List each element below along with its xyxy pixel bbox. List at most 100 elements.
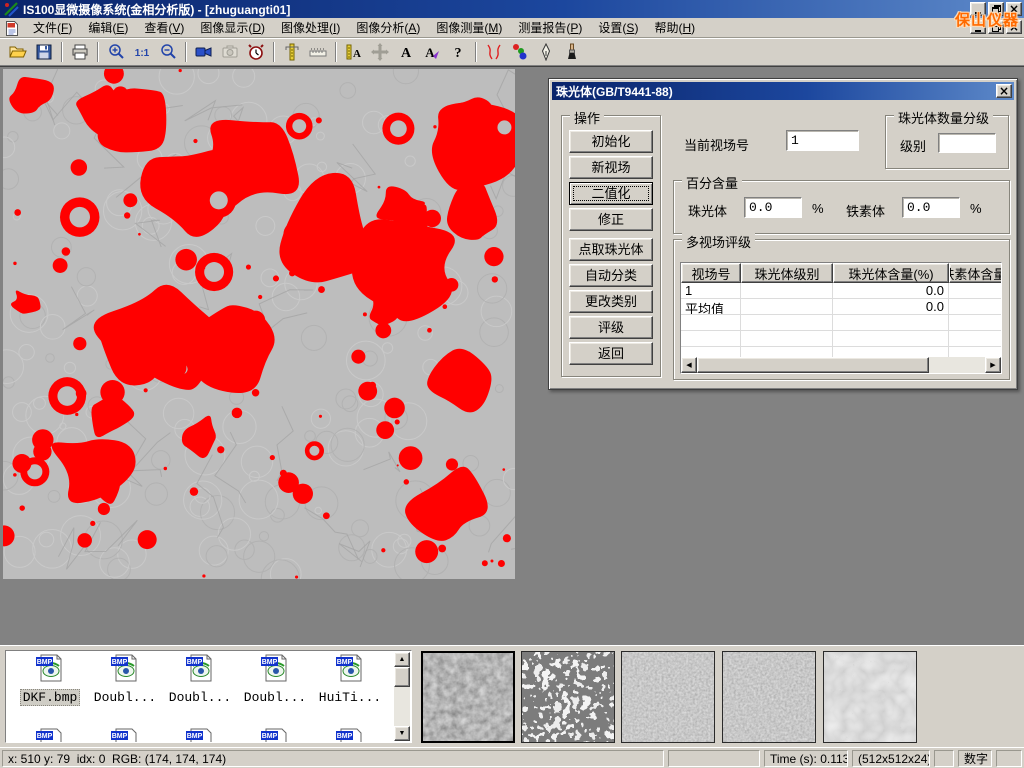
scroll-thumb[interactable] <box>697 357 929 373</box>
status-empty-3 <box>996 750 1022 767</box>
table-row[interactable] <box>681 315 1001 331</box>
menu-file[interactable]: 文件(F) <box>25 17 80 38</box>
change-class-button[interactable]: 更改类别 <box>569 290 653 313</box>
scroll-right-arrow[interactable]: ▶ <box>985 357 1001 373</box>
file-name[interactable]: Doubl... <box>92 690 158 705</box>
menu-image-analysis[interactable]: 图像分析(A) <box>348 17 428 38</box>
file-name[interactable]: Doubl... <box>242 690 308 705</box>
menu-image-measure[interactable]: 图像测量(M) <box>428 17 510 38</box>
ferrite-input[interactable]: 0.0 <box>902 197 960 218</box>
current-field-input[interactable]: 1 <box>786 130 859 151</box>
file-item[interactable]: BMP <box>89 727 161 743</box>
col-pearlite-content[interactable]: 珠光体含量(%) <box>833 263 949 283</box>
print-button[interactable] <box>67 40 93 64</box>
svg-text:1:1: 1:1 <box>135 48 150 59</box>
menu-image-display[interactable]: 图像显示(D) <box>192 17 273 38</box>
ruler-button[interactable] <box>305 40 331 64</box>
brush-tool-button[interactable] <box>559 40 585 64</box>
menu-image-process[interactable]: 图像处理(I) <box>273 17 348 38</box>
ruler-icon <box>309 43 327 61</box>
svg-text:A: A <box>353 48 361 60</box>
save-icon <box>35 43 53 61</box>
scroll-thumb[interactable] <box>394 667 410 687</box>
file-item[interactable]: BMP Doubl... <box>89 653 161 706</box>
file-name[interactable]: Doubl... <box>167 690 233 705</box>
vendor-watermark: 保山仪器 <box>955 9 1019 30</box>
file-item[interactable]: BMP Doubl... <box>239 653 311 706</box>
text-style-button[interactable]: A <box>419 40 445 64</box>
table-row[interactable] <box>681 331 1001 347</box>
scroll-up-arrow[interactable]: ▲ <box>394 652 410 667</box>
thumbnail-2[interactable] <box>521 651 615 743</box>
menu-help[interactable]: 帮助(H) <box>646 17 703 38</box>
initialize-button[interactable]: 初始化 <box>569 130 653 153</box>
file-item[interactable]: BMP Doubl... <box>164 653 236 706</box>
correct-button[interactable]: 修正 <box>569 208 653 231</box>
scroll-left-arrow[interactable]: ◀ <box>681 357 697 373</box>
rate-button[interactable]: 评级 <box>569 316 653 339</box>
binarize-button[interactable]: 二值化 <box>569 182 653 205</box>
zoom-in-button[interactable] <box>103 40 129 64</box>
zoom-out-button[interactable] <box>155 40 181 64</box>
file-item[interactable]: BMP <box>239 727 311 743</box>
camera-button[interactable] <box>217 40 243 64</box>
save-button[interactable] <box>31 40 57 64</box>
table-row[interactable]: 平均值 0.0 <box>681 299 1001 315</box>
actual-size-button[interactable]: 1:1 <box>129 40 155 64</box>
current-field-label: 当前视场号 <box>684 135 749 154</box>
file-list-scrollbar[interactable]: ▲ ▼ <box>394 652 410 741</box>
menu-measure-report[interactable]: 测量报告(P) <box>510 17 590 38</box>
pick-pearlite-button[interactable]: 点取珠光体 <box>569 238 653 261</box>
col-field-number[interactable]: 视场号 <box>681 263 741 283</box>
scroll-down-arrow[interactable]: ▼ <box>394 726 410 741</box>
measure-text-button[interactable]: A <box>341 40 367 64</box>
new-field-button[interactable]: 新视场 <box>569 156 653 179</box>
file-item[interactable]: BMP HuiTi... <box>314 653 386 706</box>
timer-clock-icon <box>247 43 265 61</box>
file-item[interactable]: BMP DKF.bmp <box>14 653 86 706</box>
metallographic-image[interactable] <box>3 69 515 579</box>
timer-clock-button[interactable] <box>243 40 269 64</box>
thumbnail-4[interactable] <box>722 651 816 743</box>
scroll-track[interactable] <box>929 357 985 373</box>
file-item[interactable]: BMP <box>164 727 236 743</box>
text-annotate-button[interactable]: A <box>393 40 419 64</box>
file-item[interactable]: BMP <box>314 727 386 743</box>
bmp-file-icon: BMP <box>110 727 140 743</box>
dialog-title-bar[interactable]: 珠光体(GB/T9441-88) × <box>552 82 1014 100</box>
col-pearlite-grade[interactable]: 珠光体级别 <box>741 263 833 283</box>
svg-text:BMP: BMP <box>37 659 53 666</box>
pearlite-input[interactable]: 0.0 <box>744 197 802 218</box>
menu-settings[interactable]: 设置(S) <box>590 17 646 38</box>
caliper-button[interactable] <box>279 40 305 64</box>
file-item[interactable]: BMP <box>14 727 86 743</box>
auto-classify-button[interactable]: 自动分类 <box>569 264 653 287</box>
bmp-file-icon: BMP <box>35 653 65 683</box>
return-button[interactable]: 返回 <box>569 342 653 365</box>
video-camera-button[interactable] <box>191 40 217 64</box>
open-folder-button[interactable] <box>5 40 31 64</box>
classify-balls-button[interactable] <box>507 40 533 64</box>
table-h-scrollbar[interactable]: ◀ ▶ <box>681 357 1001 373</box>
file-name[interactable]: DKF.bmp <box>20 689 81 706</box>
help-button[interactable]: ? <box>445 40 471 64</box>
grade-input[interactable] <box>938 133 996 153</box>
pen-tool-button[interactable] <box>533 40 559 64</box>
cell-content: 0.0 <box>833 283 949 298</box>
file-name[interactable]: HuiTi... <box>317 690 383 705</box>
col-ferrite-content[interactable]: 铁素体含量(%) <box>949 263 1002 283</box>
status-time: Time (s): 0.113 <box>764 750 848 767</box>
thumbnail-3[interactable] <box>621 651 715 743</box>
toolbar: 1:1 A A A ? <box>0 38 1024 66</box>
document-icon[interactable] <box>4 20 20 36</box>
table-row[interactable]: 1 0.0 <box>681 283 1001 299</box>
menu-edit[interactable]: 编辑(E) <box>80 17 136 38</box>
caliper-icon <box>283 43 301 61</box>
curve-tool-button[interactable] <box>481 40 507 64</box>
thumbnail-5[interactable] <box>823 651 917 743</box>
dialog-close-button[interactable]: × <box>996 84 1012 98</box>
thumbnail-1[interactable] <box>421 651 515 743</box>
move-cross-button[interactable] <box>367 40 393 64</box>
menu-view[interactable]: 查看(V) <box>136 17 192 38</box>
pearlite-label: 珠光体 <box>688 201 727 220</box>
